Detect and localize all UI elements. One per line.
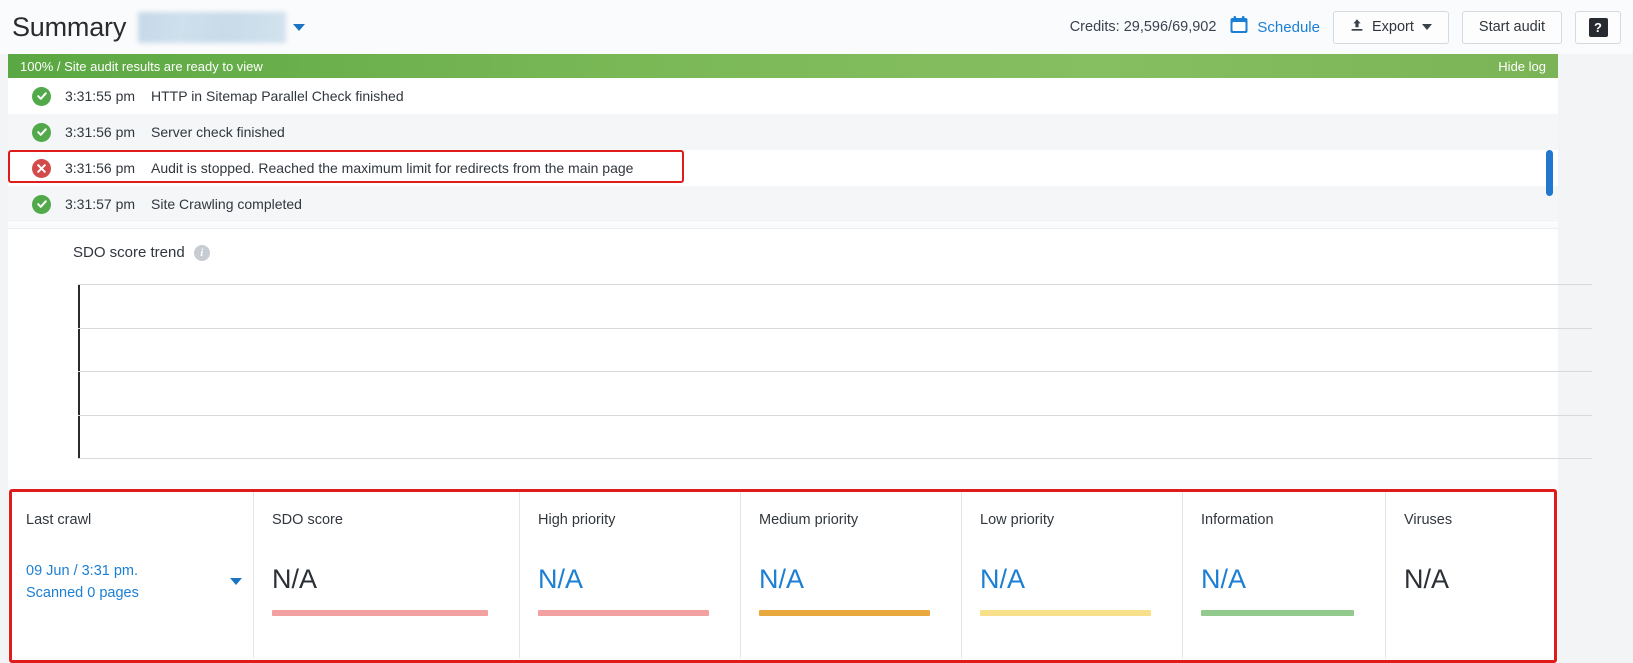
question-mark-icon: ? (1588, 17, 1608, 37)
chart-gridline (78, 327, 1592, 329)
log-scrollbar-thumb[interactable] (1546, 150, 1553, 196)
audit-progress-bar: 100% / Site audit results are ready to v… (8, 54, 1558, 78)
chart-gridline (78, 414, 1592, 416)
start-audit-label: Start audit (1478, 19, 1545, 35)
log-timestamp: 3:31:56 pm (65, 124, 136, 140)
chart-gridline (78, 371, 1592, 372)
domain-selector-value[interactable] (138, 11, 287, 43)
log-message: HTTP in Sitemap Parallel Check finished (151, 88, 404, 104)
credits-counter: Credits: 29,596/69,902 (1069, 19, 1217, 35)
log-row: 3:31:55 pm HTTP in Sitemap Parallel Check… (8, 78, 1558, 114)
upload-icon (1350, 18, 1364, 36)
metric-card-last-crawl: Last crawl 09 Jun / 3:31 pm. Scanned 0 pag… (8, 490, 254, 658)
metric-label: Medium priority (759, 512, 859, 528)
log-timestamp: 3:31:56 pm (65, 160, 136, 176)
metric-label: Last crawl (26, 512, 92, 528)
page-header: Summary Credits: 29,596/69,902 Schedule (0, 0, 1633, 54)
metric-label: Information (1201, 512, 1274, 528)
metric-card-sdo-score: SDO score N/A (254, 490, 520, 658)
last-crawl-pages: Scanned 0 pages (26, 585, 139, 601)
last-crawl-link[interactable]: 09 Jun / 3:31 pm. Scanned 0 pages (26, 560, 139, 604)
chart-header: SDO score trend i (8, 229, 1558, 261)
log-row: 3:31:56 pm Server check finished (8, 114, 1558, 150)
metric-indicator-bar (980, 610, 1151, 616)
chart-title: SDO score trend (73, 244, 185, 261)
audit-progress-text: 100% / Site audit results are ready to v… (20, 58, 263, 74)
metric-card-medium-priority: Medium priority N/A (741, 490, 962, 658)
metric-card-high-priority: High priority N/A (520, 490, 741, 658)
header-actions: Credits: 29,596/69,902 Schedule Export S… (1069, 10, 1633, 44)
metric-value[interactable]: N/A (980, 564, 1025, 595)
log-message: Server check finished (151, 124, 285, 140)
metric-label: High priority (538, 512, 616, 528)
start-audit-button[interactable]: Start audit (1461, 10, 1562, 44)
page-left-gutter (0, 0, 8, 663)
chart-plot-area (78, 284, 1592, 459)
page-title: Summary (12, 11, 127, 42)
domain-selector[interactable] (138, 11, 306, 43)
metric-card-viruses: Viruses N/A (1386, 490, 1558, 658)
metric-label: Viruses (1404, 512, 1453, 528)
sdo-score-trend-card: SDO score trend i 1007550250 SERPSTAT (8, 228, 1592, 625)
metric-indicator-bar (272, 610, 488, 616)
export-button[interactable]: Export (1332, 10, 1449, 44)
metrics-row: Last crawl 09 Jun / 3:31 pm. Scanned 0 pag… (8, 490, 1558, 658)
export-label: Export (1371, 19, 1414, 35)
chart-gridline (78, 458, 1592, 459)
check-circle-icon (32, 194, 51, 214)
log-message: Audit is stopped. Reached the maximum li… (151, 160, 634, 176)
calendar-icon (1229, 15, 1249, 40)
log-timestamp: 3:31:55 pm (65, 88, 136, 104)
hide-log-button[interactable]: Hide log (1498, 59, 1546, 74)
log-message: Site Crawling completed (151, 196, 302, 212)
metric-value[interactable]: N/A (538, 564, 583, 595)
metric-indicator-bar (538, 610, 709, 616)
chevron-down-icon (1421, 24, 1432, 30)
help-button[interactable]: ? (1575, 10, 1621, 44)
schedule-button[interactable]: Schedule (1229, 15, 1320, 40)
audit-log-list[interactable]: 3:31:55 pm HTTP in Sitemap Parallel Check… (8, 78, 1558, 223)
last-crawl-date: 09 Jun / 3:31 pm. (26, 563, 139, 579)
schedule-label: Schedule (1257, 18, 1320, 36)
metric-value: N/A (1404, 564, 1450, 594)
metric-indicator-bar (759, 610, 930, 616)
chevron-down-icon[interactable] (293, 23, 306, 31)
metric-label: SDO score (272, 512, 343, 528)
log-row: 3:31:57 pm Site Crawling completed (8, 186, 1558, 222)
chart-gridline (78, 284, 1592, 285)
error-circle-icon (32, 158, 51, 178)
metric-card-information: Information N/A (1183, 490, 1386, 658)
metric-value: N/A (272, 564, 318, 594)
check-circle-icon (32, 86, 51, 106)
metric-value[interactable]: N/A (759, 564, 804, 595)
metric-label: Low priority (980, 512, 1055, 528)
metric-card-low-priority: Low priority N/A (962, 490, 1183, 658)
metric-value[interactable]: N/A (1201, 564, 1246, 595)
site-audit-summary-page: Summary Credits: 29,596/69,902 Schedule (0, 0, 1633, 663)
log-row: 3:31:56 pm Audit is stopped. Reached the … (8, 150, 1558, 186)
metric-indicator-bar (1201, 610, 1354, 616)
chevron-down-icon[interactable] (230, 578, 242, 585)
info-icon[interactable]: i (193, 244, 210, 261)
check-circle-icon (32, 122, 51, 142)
log-timestamp: 3:31:57 pm (65, 196, 136, 212)
